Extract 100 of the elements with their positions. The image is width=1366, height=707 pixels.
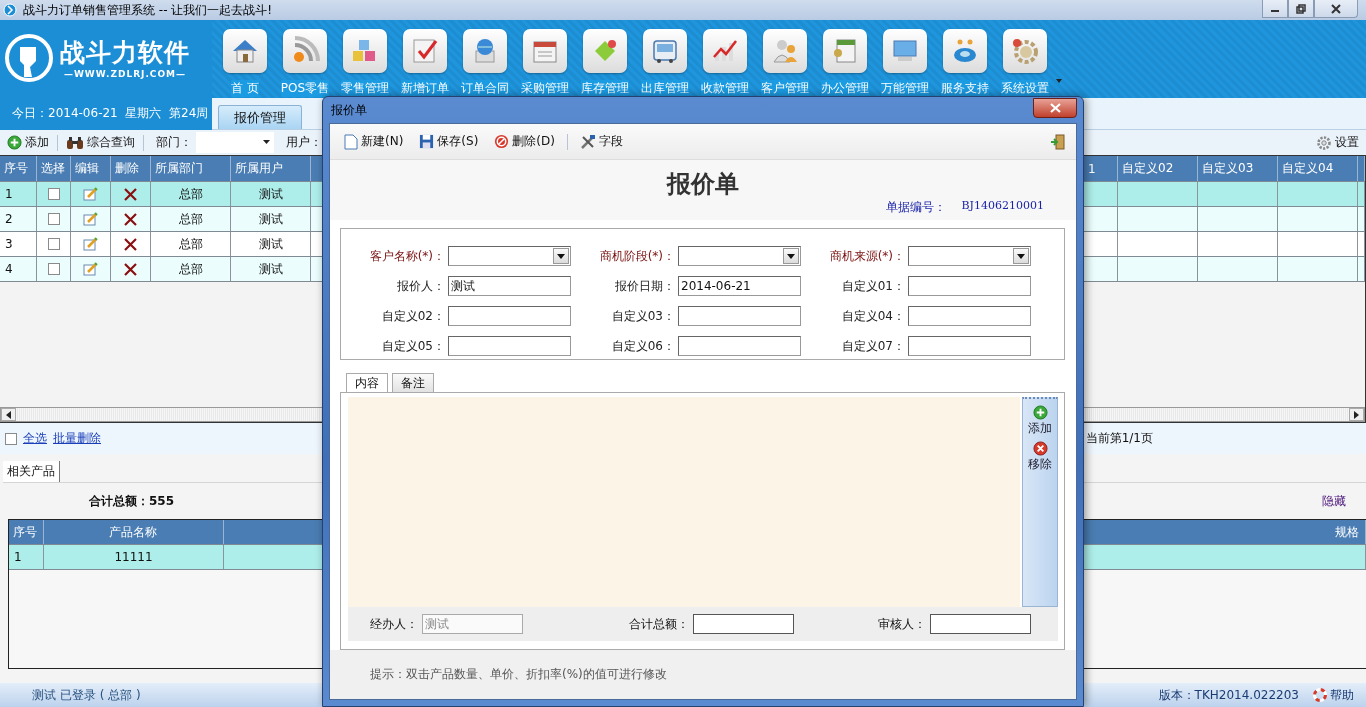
close-button[interactable] [1314, 0, 1358, 18]
module-tab[interactable]: 报价管理 [218, 105, 302, 129]
field-label: 自定义02： [380, 307, 446, 325]
toolbar-button[interactable]: 新建(N) [340, 133, 408, 150]
field-label: 客户名称(*)： [368, 247, 446, 265]
user-label: 用户： [285, 134, 322, 151]
column-header: 序号 [0, 156, 37, 181]
field-label: 报价日期： [614, 277, 676, 295]
tab[interactable]: 相关产品 [3, 461, 60, 482]
exit-icon[interactable] [1050, 133, 1066, 150]
checkbox[interactable] [47, 213, 60, 225]
field-label: 自定义01： [840, 277, 906, 295]
input-field[interactable] [448, 306, 571, 326]
settings-icon [1316, 134, 1332, 151]
right-arrow-icon [1354, 410, 1359, 419]
toolbar-button[interactable]: 删除(D) [490, 133, 559, 150]
delete-icon[interactable] [124, 262, 137, 276]
hide-link[interactable]: 隐藏 [1322, 492, 1346, 510]
caret-icon [1017, 253, 1025, 259]
column-header: 选择 [37, 156, 71, 181]
query-button[interactable]: 综合查询 [62, 134, 139, 151]
toolbar-button[interactable]: 字段 [575, 133, 627, 150]
field-label: 自定义07： [840, 337, 906, 355]
table-cell: 3 [0, 232, 37, 256]
add-icon [1032, 405, 1048, 420]
department-label: 部门： [155, 134, 192, 151]
lifebuoy-icon [1313, 688, 1327, 702]
restore-icon [1296, 3, 1306, 14]
settings-button[interactable]: 设置 [1312, 134, 1363, 151]
input-field[interactable] [693, 614, 794, 634]
tab[interactable]: 备注 [392, 373, 434, 392]
caret-icon [787, 253, 795, 259]
table-cell: 1 [0, 182, 37, 206]
caret-icon [557, 253, 565, 259]
field-label: 报价人： [396, 277, 446, 295]
table-cell: 测试 [231, 257, 311, 281]
select-all-link[interactable]: 全选 [23, 430, 47, 447]
document-icon [344, 133, 358, 150]
close-icon [1331, 3, 1341, 14]
field-label: 审核人： [878, 615, 926, 633]
form-heading: 报价单 [667, 169, 739, 200]
input-field[interactable]: 测试 [448, 276, 571, 296]
minimize-button[interactable] [1262, 0, 1288, 18]
scroll-left-button[interactable] [1, 408, 16, 421]
table-cell: 测试 [231, 182, 311, 206]
delete-icon[interactable] [124, 187, 137, 201]
column-header: 序号 [9, 520, 44, 544]
checkbox[interactable] [47, 238, 60, 250]
help-button[interactable]: 帮助 [1313, 686, 1354, 704]
remove-button[interactable]: 移除 [1028, 441, 1052, 473]
input-field[interactable] [908, 276, 1031, 296]
remove-icon [1032, 441, 1048, 456]
fist-logo-icon [4, 32, 54, 83]
column-header: 编辑 [71, 156, 111, 181]
table-cell: 测试 [231, 207, 311, 231]
select-field[interactable] [678, 246, 801, 266]
select-field[interactable] [908, 246, 1031, 266]
toolbar-button[interactable]: 保存(S) [415, 133, 483, 150]
checkbox[interactable] [5, 432, 17, 445]
column-header: 自定义02 [1118, 156, 1198, 181]
input-field[interactable]: 2014-06-21 [678, 276, 801, 296]
checkbox[interactable] [47, 263, 60, 275]
app-icon [3, 3, 17, 17]
prohibited-icon [494, 134, 510, 149]
close-button[interactable] [1033, 98, 1077, 118]
add-icon [7, 135, 22, 150]
scroll-right-button[interactable] [1349, 408, 1364, 421]
input-field[interactable] [678, 306, 801, 326]
date-text: 今日：2014-06-21 星期六 第24周 [11, 105, 210, 122]
page-indicator: 当前第1/1页 [1085, 430, 1153, 447]
add-button[interactable]: 添加 [3, 134, 53, 151]
field-label: 自定义03： [610, 307, 676, 325]
tools-icon [579, 133, 596, 150]
input-field[interactable] [908, 336, 1031, 356]
select-field[interactable] [448, 246, 571, 266]
field-label: 自定义05： [380, 337, 446, 355]
field-label: 合计总额： [629, 615, 689, 633]
maximize-button[interactable] [1288, 0, 1314, 18]
table-cell: 总部 [151, 182, 231, 206]
tab[interactable]: 内容 [346, 373, 388, 392]
input-field[interactable] [448, 336, 571, 356]
input-field[interactable] [908, 306, 1031, 326]
field-label: 商机来源(*)： [828, 247, 906, 265]
caret-icon [263, 140, 270, 145]
add-button[interactable]: 添加 [1028, 405, 1052, 437]
window-title: 战斗力订单销售管理系统 -- 让我们一起去战斗! [23, 1, 274, 19]
input-field[interactable] [930, 614, 1031, 634]
column-header: 所属部门 [151, 156, 231, 181]
caret-icon[interactable] [1055, 78, 1063, 84]
binoculars-icon [66, 135, 84, 150]
input-field[interactable] [678, 336, 801, 356]
delete-icon[interactable] [124, 237, 137, 251]
document-number-label: 单据编号： [885, 199, 946, 216]
checkbox[interactable] [47, 188, 60, 200]
table-cell: 测试 [231, 232, 311, 256]
left-arrow-icon [6, 410, 11, 419]
delete-icon[interactable] [124, 212, 137, 226]
batch-delete-link[interactable]: 批量删除 [53, 430, 101, 447]
table-cell: 2 [0, 207, 37, 231]
table-cell: 4 [0, 257, 37, 281]
